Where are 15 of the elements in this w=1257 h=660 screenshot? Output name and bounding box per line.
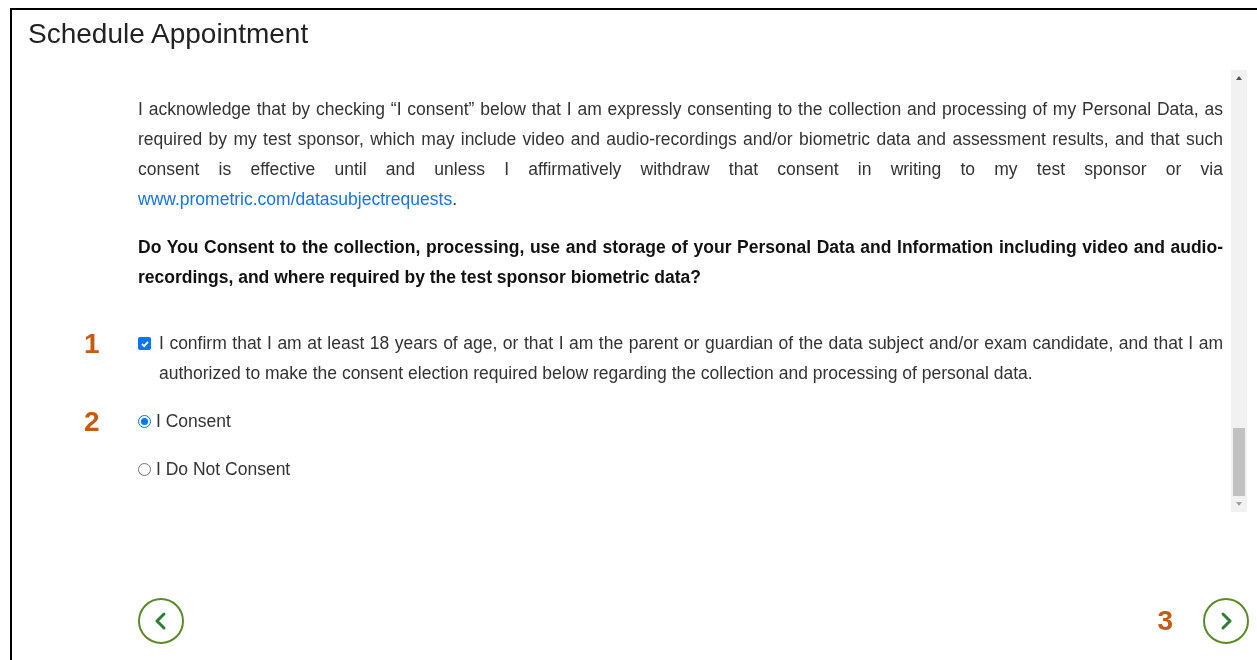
back-button[interactable] <box>138 598 184 644</box>
consent-question: Do You Consent to the collection, processing, use and storage of your Personal Data and Information including video and audio-recordings, and where required by the test sponsor biometric data? <box>138 236 1223 289</box>
step-marker: 1 <box>84 328 100 359</box>
step-marker: 2 <box>84 406 100 437</box>
scrollbar[interactable] <box>1231 70 1247 512</box>
data-requests-link[interactable]: www.prometric.com/datasubjectrequests <box>138 189 453 209</box>
radio-label[interactable]: I Consent <box>156 406 231 436</box>
age-checkbox[interactable] <box>138 337 151 350</box>
age-confirmation-text: I confirm that I am at least 18 years of age, or that I am the parent or guardian of the data subject and/or exam candidate, and that I am authorized to make the consent election required below regarding the collection and processing of personal data. <box>159 332 1223 385</box>
step-marker: 3 <box>1157 607 1173 635</box>
consent-paragraph: I acknowledge that by checking “I consent” below that I am expressly consenting to the collection and processing of my Personal Data, as required by my test sponsor, which may include video and audio-recordings and/or biometric data and assessment results, and that such consent is effective until and unless I affirmatively withdraw that consent in writing to my test sponsor or via www.prometric.com/datasubjectrequests. <box>138 98 1223 211</box>
page-title: Schedule Appointment <box>28 17 309 51</box>
next-button[interactable] <box>1203 598 1249 644</box>
radio-label[interactable]: I Do Not Consent <box>156 454 291 484</box>
scrollbar-thumb[interactable] <box>1233 428 1245 496</box>
